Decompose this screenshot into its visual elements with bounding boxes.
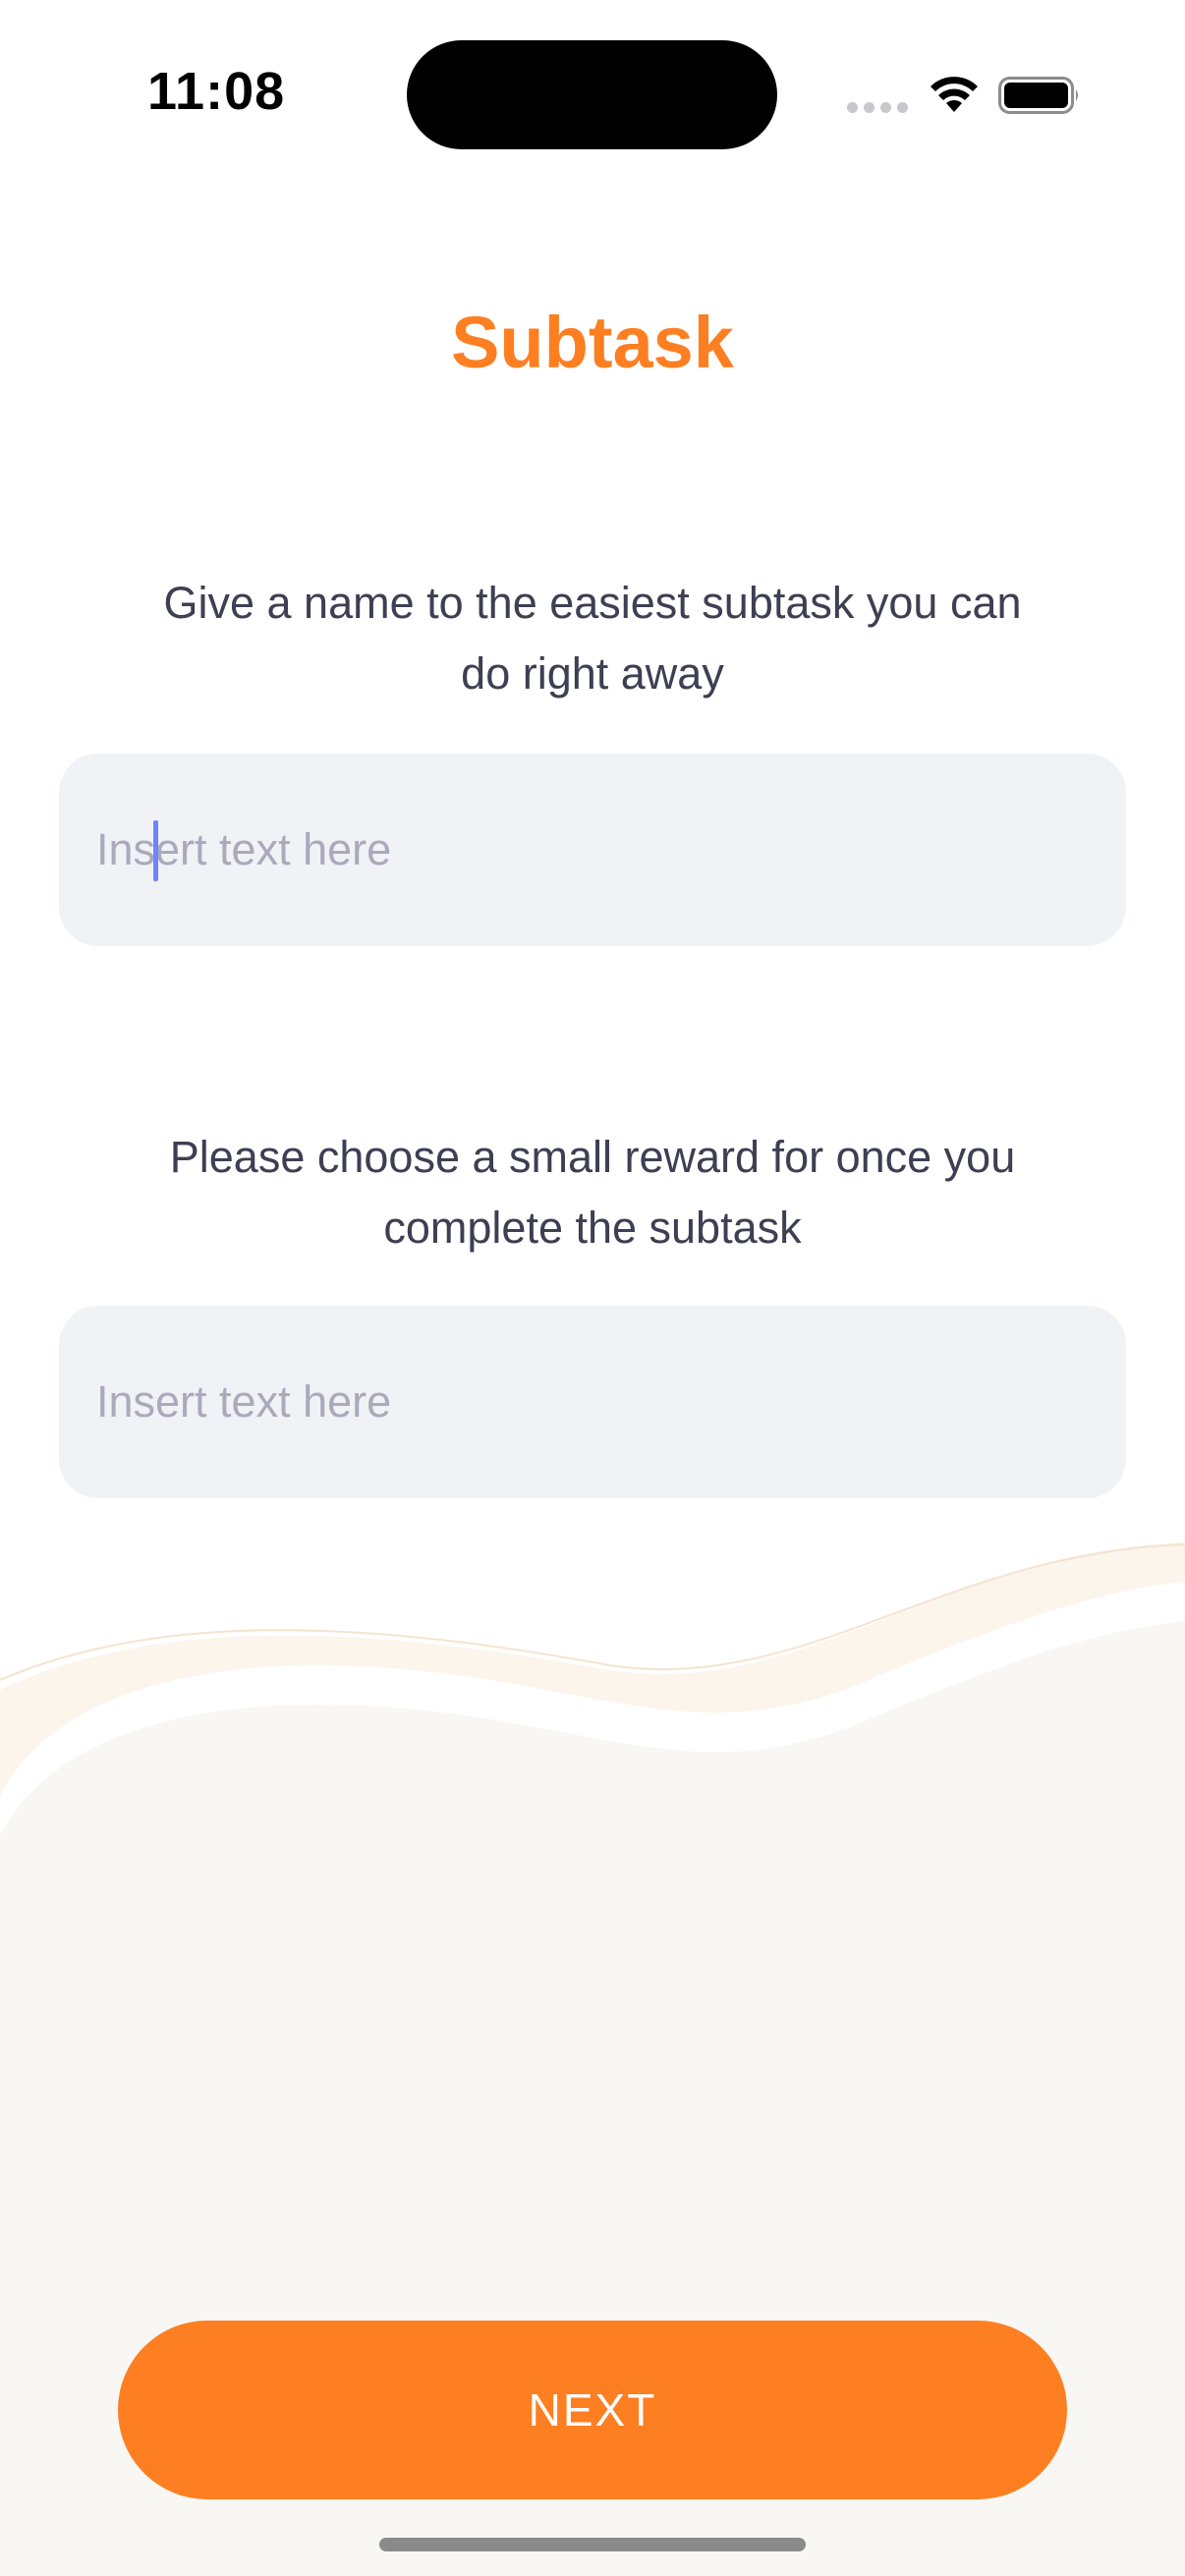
subtask-name-prompt: Give a name to the easiest subtask you c… [163, 578, 1022, 699]
page-title: Subtask [451, 302, 734, 383]
next-button[interactable]: NEXT [118, 2321, 1067, 2499]
reward-prompt: Please choose a small reward for once yo… [169, 1132, 1016, 1253]
text-cursor [153, 820, 158, 881]
battery-icon [998, 77, 1078, 114]
wifi-icon [931, 77, 978, 112]
subtask-name-input[interactable] [96, 824, 1126, 875]
signal-icon [847, 102, 908, 113]
reward-input[interactable] [96, 1376, 1126, 1428]
status-bar: 11:08 [0, 0, 1185, 187]
dynamic-island [407, 40, 777, 149]
home-indicator[interactable] [379, 2538, 806, 2551]
reward-field[interactable] [59, 1306, 1126, 1498]
status-time: 11:08 [147, 62, 286, 121]
subtask-name-field[interactable] [59, 754, 1126, 946]
